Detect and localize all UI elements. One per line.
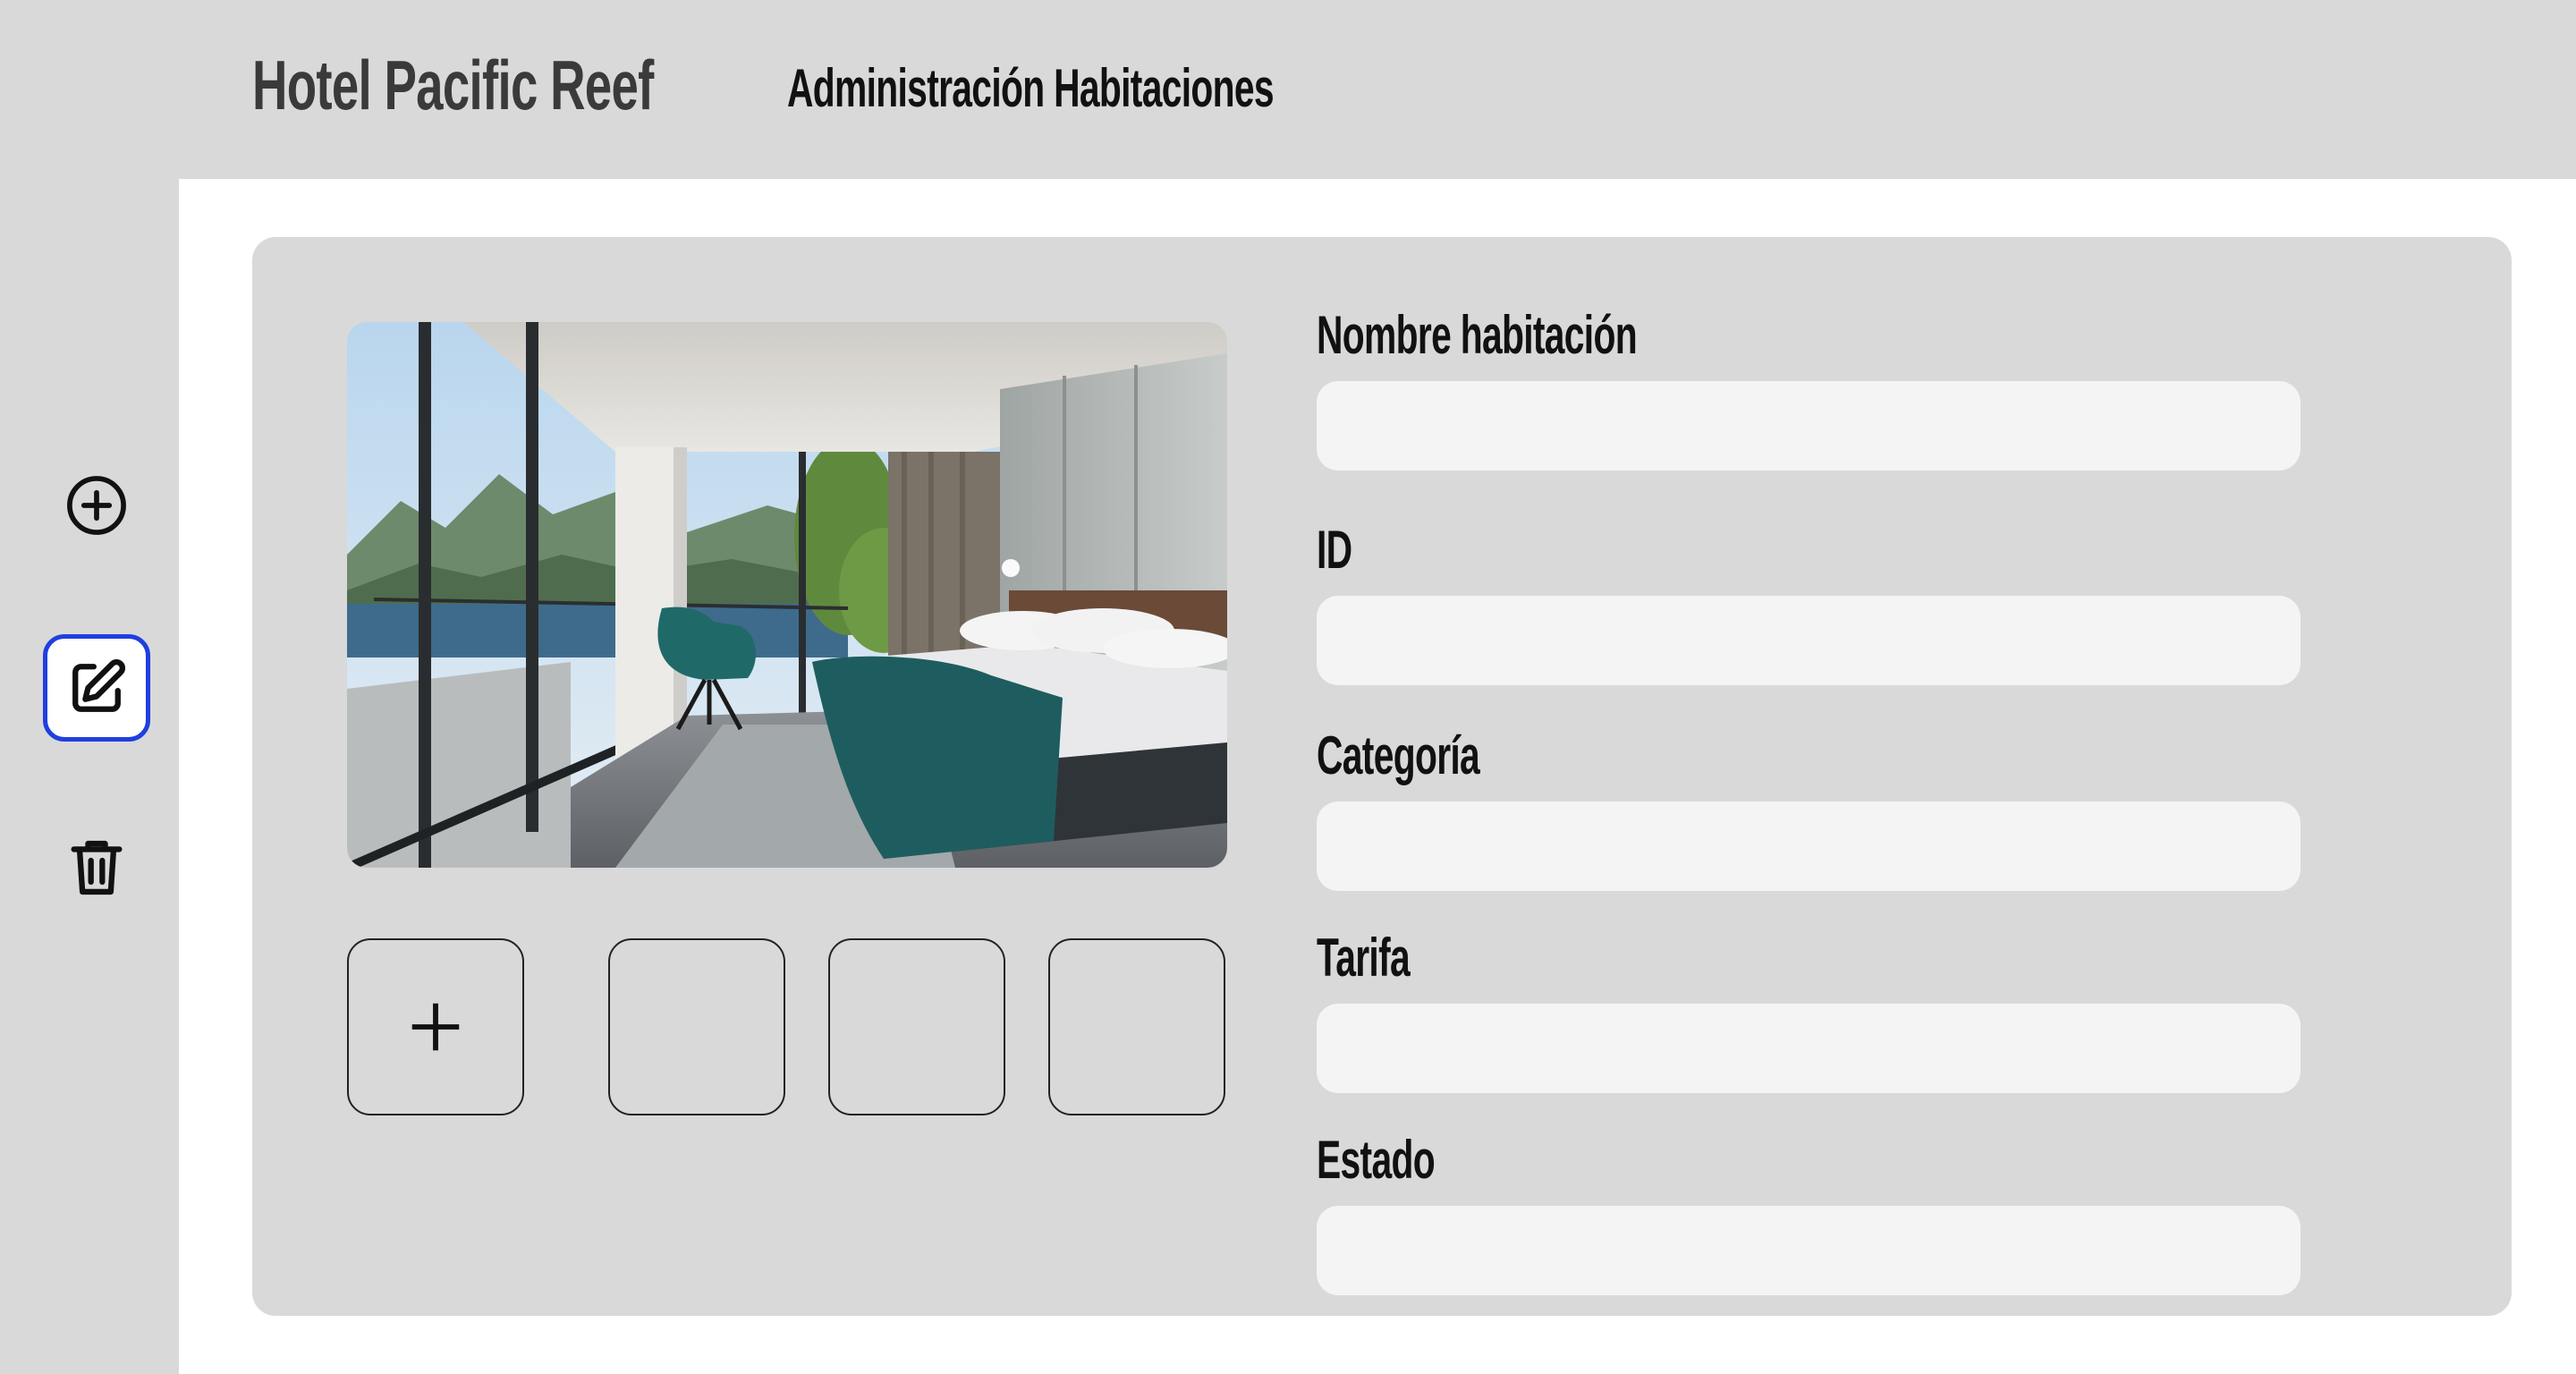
plus-circle-icon <box>67 476 126 535</box>
delete-room-button[interactable] <box>43 814 150 921</box>
room-id-label: ID <box>1317 520 1352 580</box>
page-title: Administración Habitaciones <box>787 58 1275 118</box>
photo-thumbnail-slot[interactable] <box>828 938 1005 1115</box>
rate-label: Tarifa <box>1317 928 1411 988</box>
rate-field[interactable] <box>1317 1004 2301 1093</box>
room-name-field[interactable] <box>1317 381 2301 471</box>
category-field[interactable] <box>1317 802 2301 891</box>
status-label: Estado <box>1317 1130 1436 1190</box>
status-field[interactable] <box>1317 1206 2301 1295</box>
add-photo-button[interactable] <box>347 938 524 1115</box>
photo-thumbnail-slot[interactable] <box>608 938 785 1115</box>
edit-icon <box>72 659 125 712</box>
room-name-label: Nombre habitación <box>1317 305 1638 365</box>
bedroom-photo <box>347 322 1227 868</box>
category-label: Categoría <box>1317 725 1480 785</box>
room-id-field[interactable] <box>1317 596 2301 685</box>
hotel-brand: Hotel Pacific Reef <box>252 46 654 124</box>
photo-thumbnail-slot[interactable] <box>1048 938 1225 1115</box>
room-main-photo <box>347 322 1227 868</box>
plus-icon <box>411 1003 460 1051</box>
edit-room-button[interactable] <box>43 634 150 742</box>
add-room-button[interactable] <box>43 452 150 559</box>
trash-icon <box>71 840 123 895</box>
